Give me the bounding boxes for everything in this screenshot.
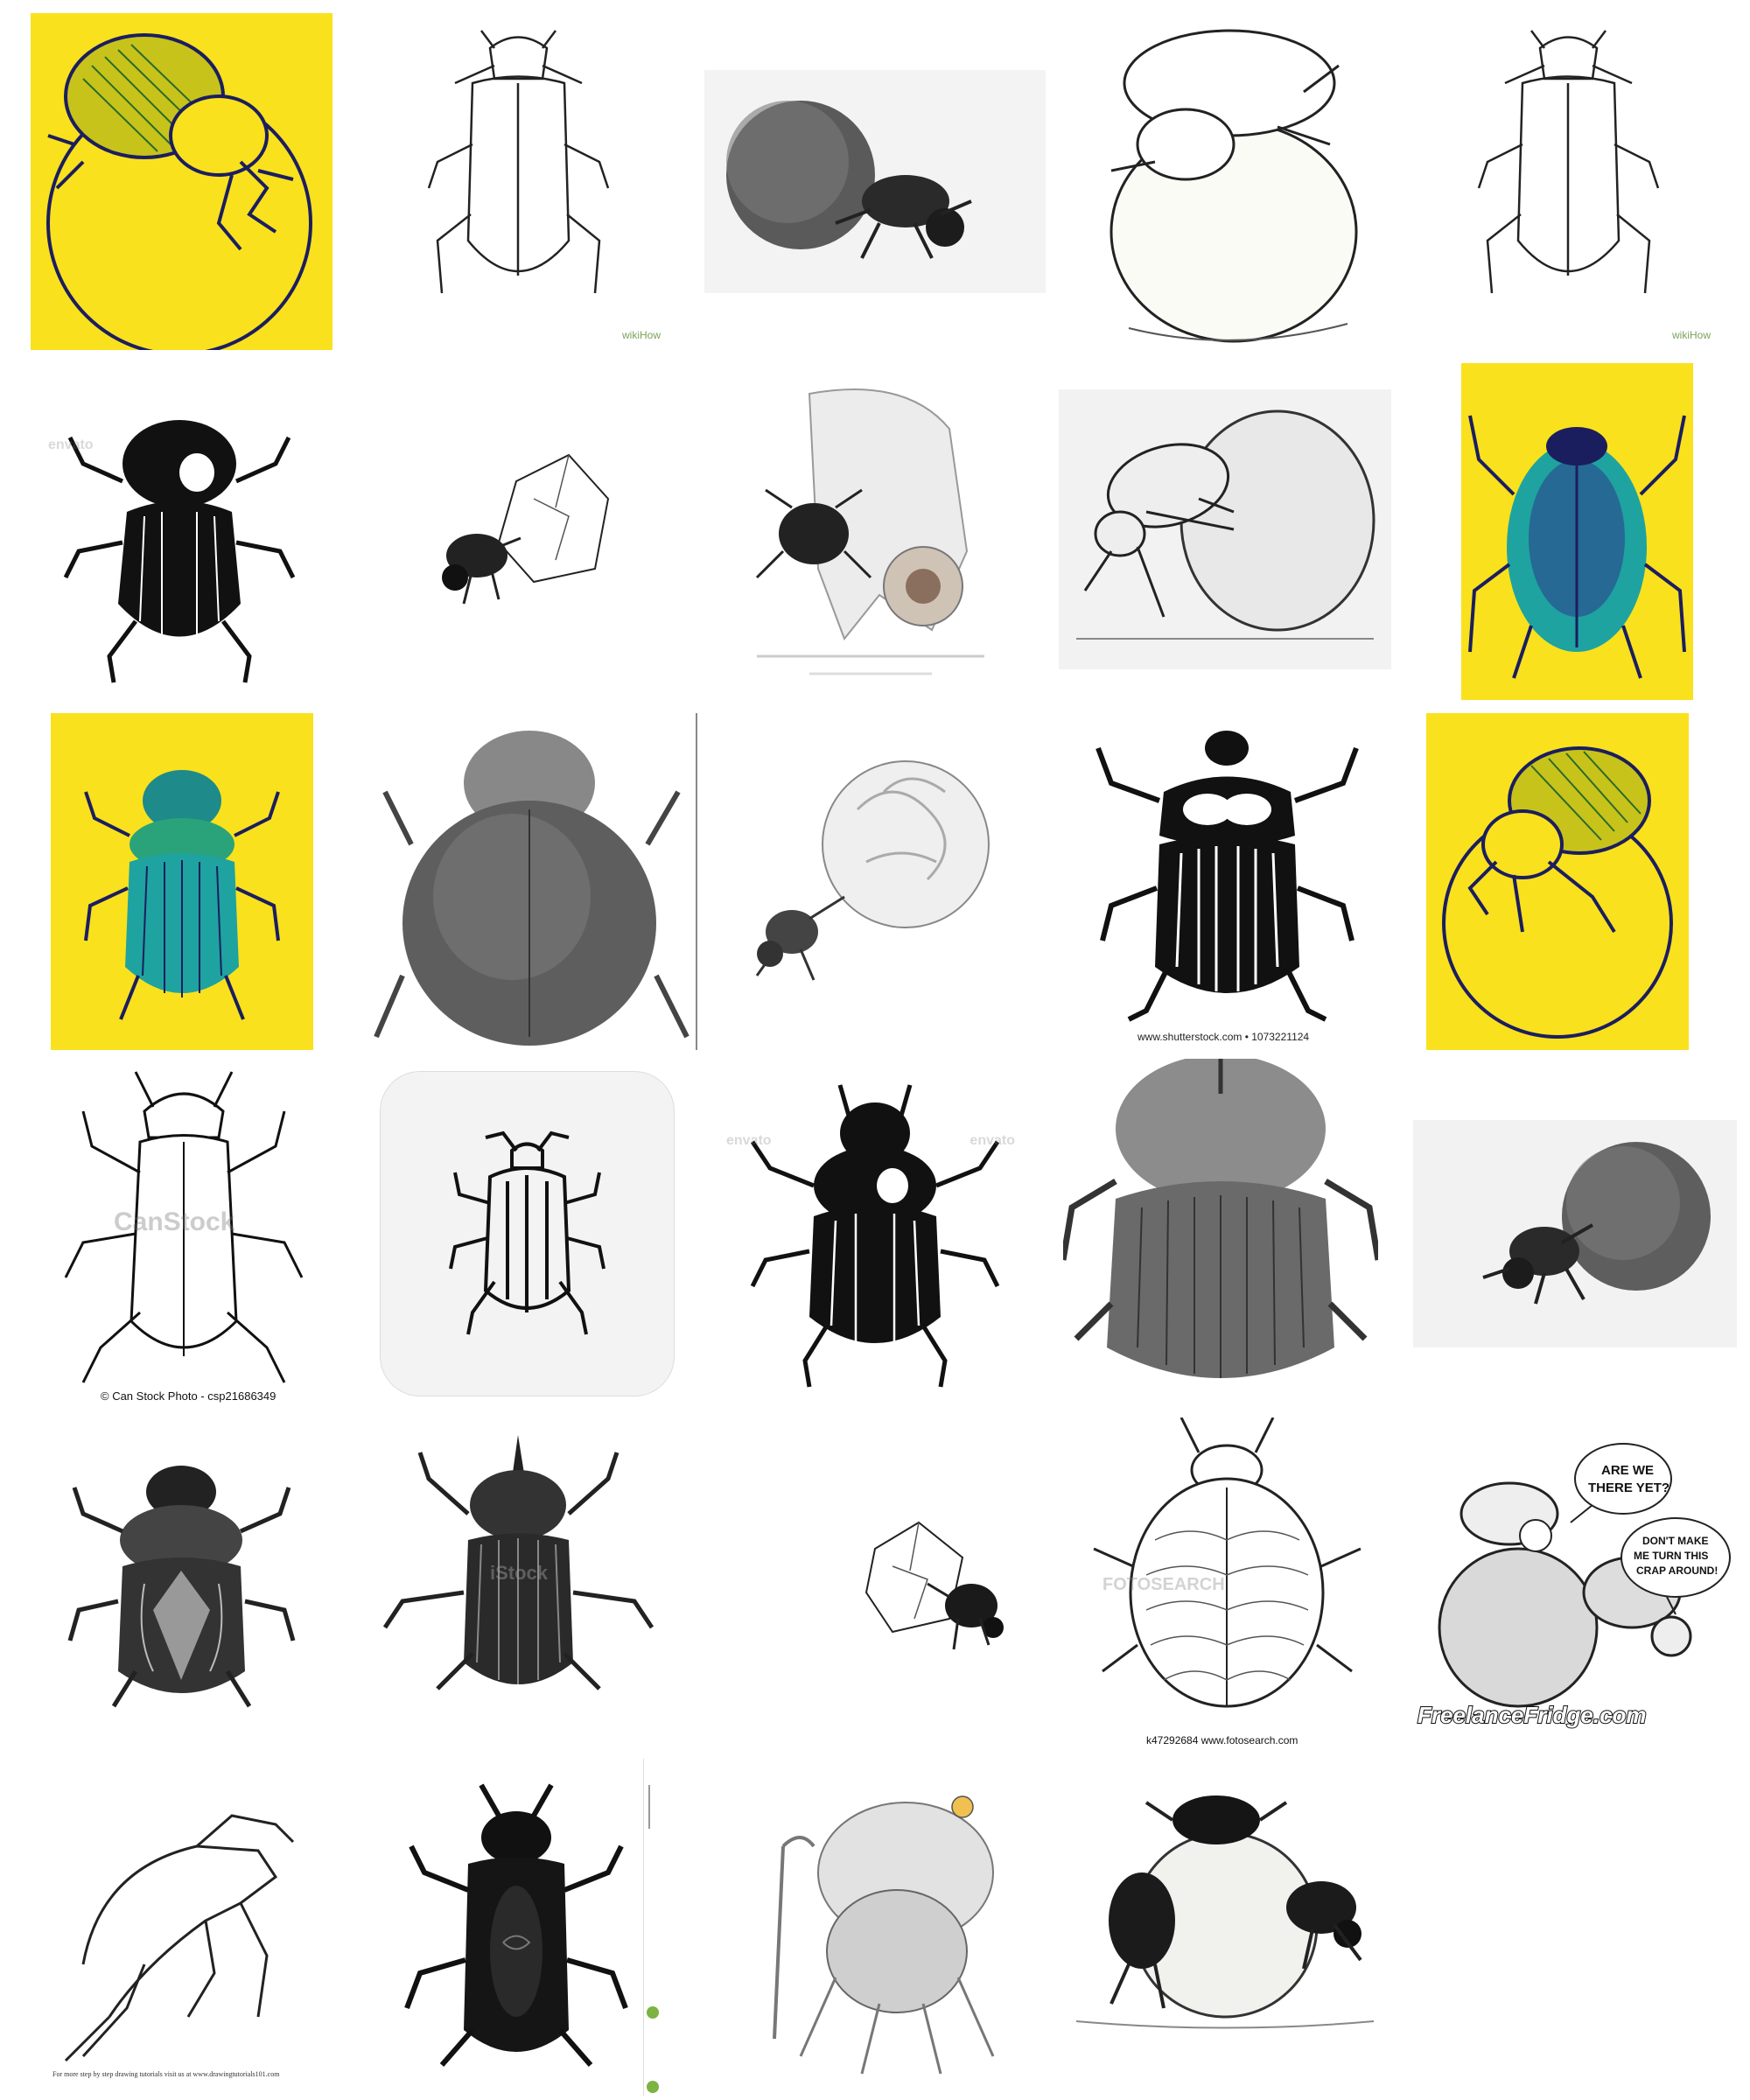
sidebar-info-icons	[647, 1785, 659, 2093]
speech-bubble-1-line2: THERE YET?	[1588, 1480, 1670, 1495]
thumb-black-scarab-envato-2[interactable]: envato envato	[718, 1063, 1032, 1400]
beetle-pushing-ball-illustration	[1482, 1142, 1711, 1305]
thumb-dung-beetle-pushing-ball-photo[interactable]	[704, 70, 1046, 293]
elephant-beetle-study	[755, 388, 984, 676]
thumb-yellow-beetle-ball-outline-2[interactable]	[1426, 713, 1689, 1050]
envato-watermark: envato	[970, 1133, 1015, 1148]
thumb-beetle-outline-wikihow-2[interactable]: wikiHow	[1418, 13, 1719, 350]
thumb-detailed-beetle-pencil-topview[interactable]	[1063, 1059, 1378, 1404]
thumb-beetle-side-outline-tutorial[interactable]: For more step by step drawing tutorials …	[31, 1763, 332, 2087]
thumb-black-stag-beetle[interactable]	[385, 1768, 652, 2087]
thumb-beetle-on-ball-sketch[interactable]	[1076, 13, 1382, 350]
wikihow-watermark: wikiHow	[621, 329, 661, 341]
speech-bubble-2-line1: DON'T MAKE	[1642, 1535, 1709, 1547]
thumb-yellow-beetle-teal-gradient[interactable]	[1461, 363, 1693, 700]
thumb-ornate-scarab[interactable]	[31, 1418, 332, 1737]
beetle-ball-pencil-sketch	[1076, 410, 1376, 640]
green-ribbed-beetle-illustration	[84, 770, 280, 1020]
thumb-yellow-dung-beetle-ball-outline[interactable]	[31, 13, 332, 350]
thumb-beetle-crumpled-ball-2[interactable]	[709, 1418, 1041, 1737]
beetle-on-ball-illustration	[1442, 746, 1673, 1039]
thumb-beetle-pushing-ball-photo-2[interactable]	[1413, 1120, 1737, 1348]
beetle-side-outline	[64, 1814, 295, 2062]
detailed-beetle-pencil	[1063, 1059, 1378, 1378]
fotosearch-caption: k47292684 www.fotosearch.com	[1146, 1734, 1298, 1746]
shutterstock-caption: www.shutterstock.com • 1073221124	[1138, 1031, 1310, 1043]
beetle-outline-drawing	[1477, 30, 1660, 294]
beetle-on-ball-sketch	[1110, 29, 1358, 343]
thumb-beetle-sketch-canstock[interactable]: CanStock © Can Stock Photo - csp21686349	[31, 1059, 332, 1404]
beetle-crumpled-ball-drawing	[442, 453, 610, 605]
speech-bubble-2-line3: CRAP AROUND!	[1636, 1564, 1718, 1577]
canstock-watermark: CanStock	[114, 1208, 235, 1236]
thumb-beetle-rolling-crumpled-ball[interactable]	[368, 368, 669, 704]
ornate-scarab-drawing	[67, 1466, 296, 1708]
thumb-elephant-and-dung-beetle-study[interactable]	[704, 376, 1028, 700]
black-scarab-illustration	[63, 420, 296, 683]
thumb-stippled-scarab-detail[interactable]	[368, 713, 697, 1050]
drawing-tutorials-caption: For more step by step drawing tutorials …	[52, 2070, 280, 2078]
beetle-outline-drawing	[427, 30, 610, 294]
thumb-beetle-with-patterned-sphere[interactable]	[709, 713, 1041, 1050]
two-beetles-dung-ball	[1075, 1796, 1375, 2029]
black-beetle-illustration	[404, 1783, 628, 2067]
thumb-beetle-pushing-ball-pencil[interactable]	[1059, 389, 1391, 669]
speech-bubble-1-line1: ARE WE	[1601, 1463, 1654, 1478]
istock-watermark: iStock	[490, 1562, 549, 1584]
speech-bubble-2-line2: ME TURN THIS	[1634, 1550, 1708, 1562]
thumb-black-scarab-shutterstock[interactable]: www.shutterstock.com • 1073221124	[1076, 713, 1378, 1050]
thumb-freelance-fridge-cartoon[interactable]: ARE WE THERE YET? DON'T MAKE ME TURN THI…	[1413, 1418, 1737, 1741]
fotosearch-watermark: FOTOSEARCH	[1102, 1575, 1225, 1594]
thumb-zentangle-scarab-fotosearch[interactable]: FOTOSEARCH k47292684 www.fotosearch.com	[1076, 1418, 1378, 1750]
cartoon-beetles-on-ball: ARE WE THERE YET? DON'T MAKE ME TURN THI…	[1438, 1443, 1731, 1708]
stippled-scarab-drawing	[374, 731, 690, 1046]
thumb-black-scarab-envato[interactable]: envato	[31, 368, 332, 704]
fantasy-beetle-sketch	[773, 1796, 995, 2075]
envato-watermark: envato	[726, 1133, 772, 1148]
beetle-on-ball-illustration	[46, 33, 312, 350]
teal-beetle-illustration	[1468, 415, 1686, 679]
envato-watermark: envato	[48, 438, 94, 452]
thumb-beetle-outline-wikihow-1[interactable]: wikiHow	[368, 13, 669, 350]
beetle-line-icon	[449, 1130, 606, 1335]
wikihow-watermark: wikiHow	[1671, 329, 1711, 341]
thumb-yellow-beetle-green-ribbed[interactable]	[51, 713, 313, 1050]
canstock-caption: © Can Stock Photo - csp21686349	[101, 1390, 276, 1403]
beetle-patterned-sphere	[755, 760, 990, 981]
beetle-crumpled-ball-drawing	[864, 1521, 1004, 1650]
thumb-horned-beetle-istock[interactable]: iStock	[368, 1418, 669, 1737]
thumb-fantasy-beetle-creature-sketch[interactable]	[731, 1776, 1050, 2087]
stock-sidebar-strip	[643, 1759, 662, 2096]
thumb-two-beetles-on-dung-ball[interactable]	[1059, 1768, 1391, 2048]
freelance-fridge-logo: FreelanceFridge.com	[1417, 1701, 1648, 1729]
thumb-beetle-app-icon[interactable]	[381, 1072, 674, 1396]
beetle-pushing-ball-illustration	[726, 101, 972, 259]
black-scarab-illustration	[750, 1084, 1000, 1388]
black-scarab-shutterstock-illustration	[1096, 731, 1359, 1022]
